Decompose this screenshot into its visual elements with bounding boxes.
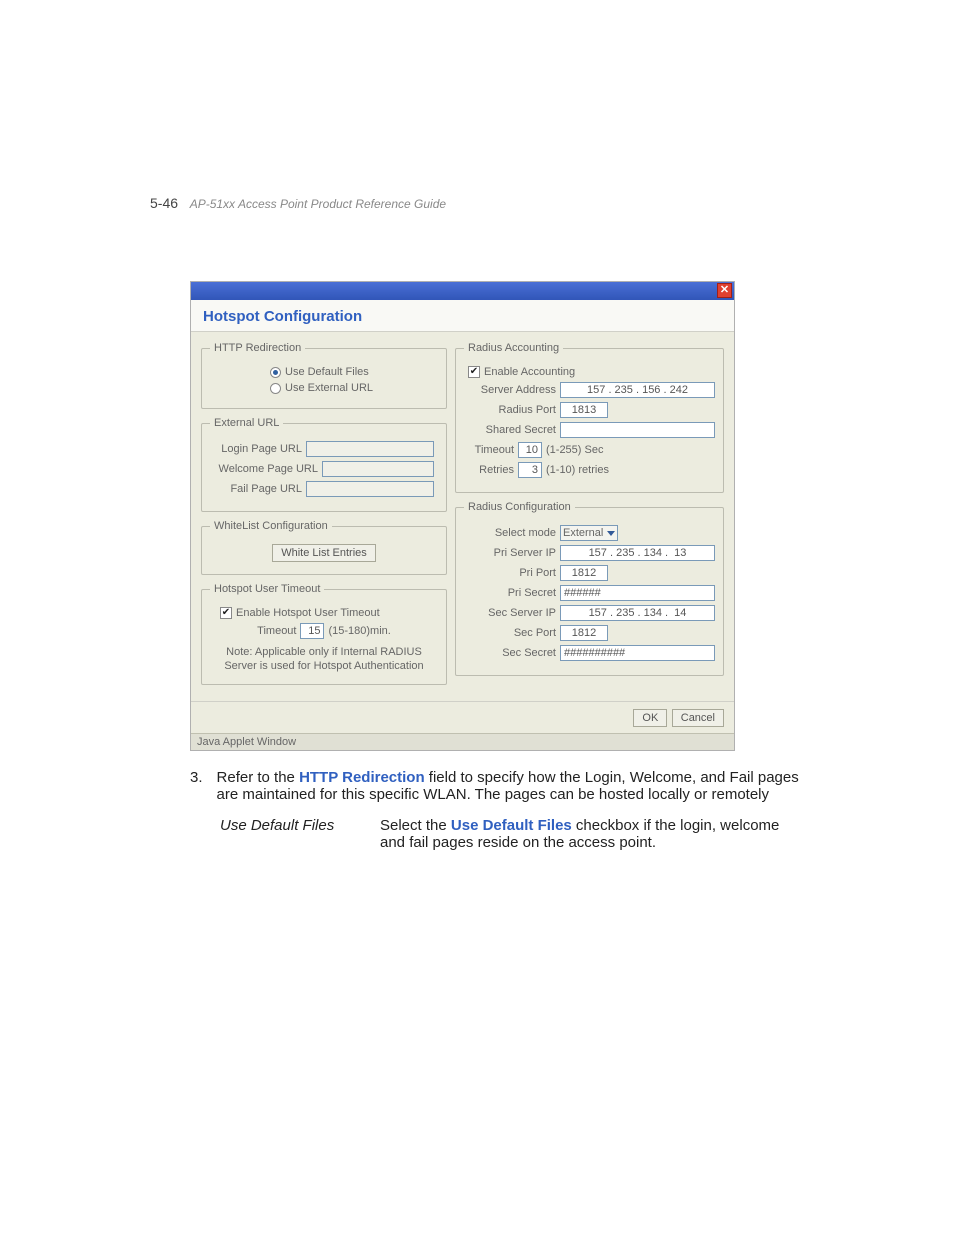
ok-button[interactable]: OK [633,709,667,727]
dialog-footer: OK Cancel [191,701,734,733]
hotspot-timeout-legend: Hotspot User Timeout [210,583,324,595]
white-list-entries-button[interactable]: White List Entries [272,544,376,562]
definition-row: Use Default Files Select the Use Default… [220,817,804,851]
select-mode-label: Select mode [464,527,556,539]
welcome-page-url-label: Welcome Page URL [210,463,318,475]
shared-secret-input[interactable] [560,422,715,438]
cancel-button[interactable]: Cancel [672,709,724,727]
use-default-files-ref: Use Default Files [451,817,572,834]
page-number: 5-46 [150,195,178,211]
radius-accounting-group: Radius Accounting ✔ Enable Accounting Se… [455,342,724,493]
use-default-files-label: Use Default Files [285,366,369,378]
page-header-title: AP-51xx Access Point Product Reference G… [190,197,446,211]
use-external-url-label: Use External URL [285,382,373,394]
radius-accounting-legend: Radius Accounting [464,342,563,354]
retries-unit: (1-10) retries [546,464,609,476]
acct-timeout-label: Timeout [464,444,514,456]
use-default-files-radio[interactable] [270,367,281,378]
enable-accounting-checkbox[interactable]: ✔ [468,366,480,378]
login-page-url-input [306,441,434,457]
external-url-group: External URL Login Page URL Welcome Page… [201,417,447,512]
definition-text: Select the Use Default Files checkbox if… [380,817,804,851]
dialog-title: Hotspot Configuration [191,300,734,332]
page-header: 5-46 AP-51xx Access Point Product Refere… [150,195,804,211]
use-external-url-radio[interactable] [270,383,281,394]
whitelist-legend: WhiteList Configuration [210,520,332,532]
sec-secret-input[interactable] [560,645,715,661]
http-redirection-group: HTTP Redirection Use Default Files Use E… [201,342,447,409]
fail-page-url-label: Fail Page URL [210,483,302,495]
shared-secret-label: Shared Secret [464,424,556,436]
login-page-url-label: Login Page URL [210,443,302,455]
item-number: 3. [190,769,203,803]
acct-timeout-input[interactable] [518,442,542,458]
acct-timeout-unit: (1-255) Sec [546,444,603,456]
pri-port-label: Pri Port [464,567,556,579]
welcome-page-url-input [322,461,434,477]
server-address-label: Server Address [464,384,556,396]
radius-port-input[interactable] [560,402,608,418]
list-item: 3. Refer to the HTTP Redirection field t… [190,769,804,803]
enable-hotspot-timeout-label: Enable Hotspot User Timeout [236,607,380,619]
item-text: Refer to the HTTP Redirection field to s… [217,769,804,803]
retries-label: Retries [464,464,514,476]
pri-secret-label: Pri Secret [464,587,556,599]
timeout-note: Note: Applicable only if Internal RADIUS… [210,645,438,674]
timeout-unit: (15-180)min. [328,625,390,637]
sec-port-label: Sec Port [464,627,556,639]
close-icon[interactable]: ✕ [717,283,732,298]
sec-server-ip-input[interactable] [560,605,715,621]
pri-secret-input[interactable] [560,585,715,601]
radius-port-label: Radius Port [464,404,556,416]
pri-server-ip-label: Pri Server IP [464,547,556,559]
sec-secret-label: Sec Secret [464,647,556,659]
hotspot-timeout-group: Hotspot User Timeout ✔ Enable Hotspot Us… [201,583,447,685]
sec-port-input[interactable] [560,625,608,641]
fail-page-url-input [306,481,434,497]
sec-server-ip-label: Sec Server IP [464,607,556,619]
whitelist-group: WhiteList Configuration White List Entri… [201,520,447,575]
server-address-input[interactable] [560,382,715,398]
titlebar: ✕ [191,282,734,300]
pri-server-ip-input[interactable] [560,545,715,561]
http-redirection-ref: HTTP Redirection [299,769,425,786]
select-mode-dropdown[interactable]: External [560,525,618,541]
pri-port-input[interactable] [560,565,608,581]
status-bar: Java Applet Window [191,733,734,750]
select-mode-value: External [563,527,603,539]
retries-input[interactable] [518,462,542,478]
timeout-label: Timeout [257,625,296,637]
external-url-legend: External URL [210,417,283,429]
timeout-input[interactable] [300,623,324,639]
hotspot-config-dialog: ✕ Hotspot Configuration HTTP Redirection… [190,281,735,751]
definition-term: Use Default Files [220,817,350,851]
radius-config-legend: Radius Configuration [464,501,575,513]
chevron-down-icon [607,531,615,536]
enable-accounting-label: Enable Accounting [484,366,575,378]
http-redirection-legend: HTTP Redirection [210,342,305,354]
enable-hotspot-timeout-checkbox[interactable]: ✔ [220,607,232,619]
radius-config-group: Radius Configuration Select mode Externa… [455,501,724,676]
